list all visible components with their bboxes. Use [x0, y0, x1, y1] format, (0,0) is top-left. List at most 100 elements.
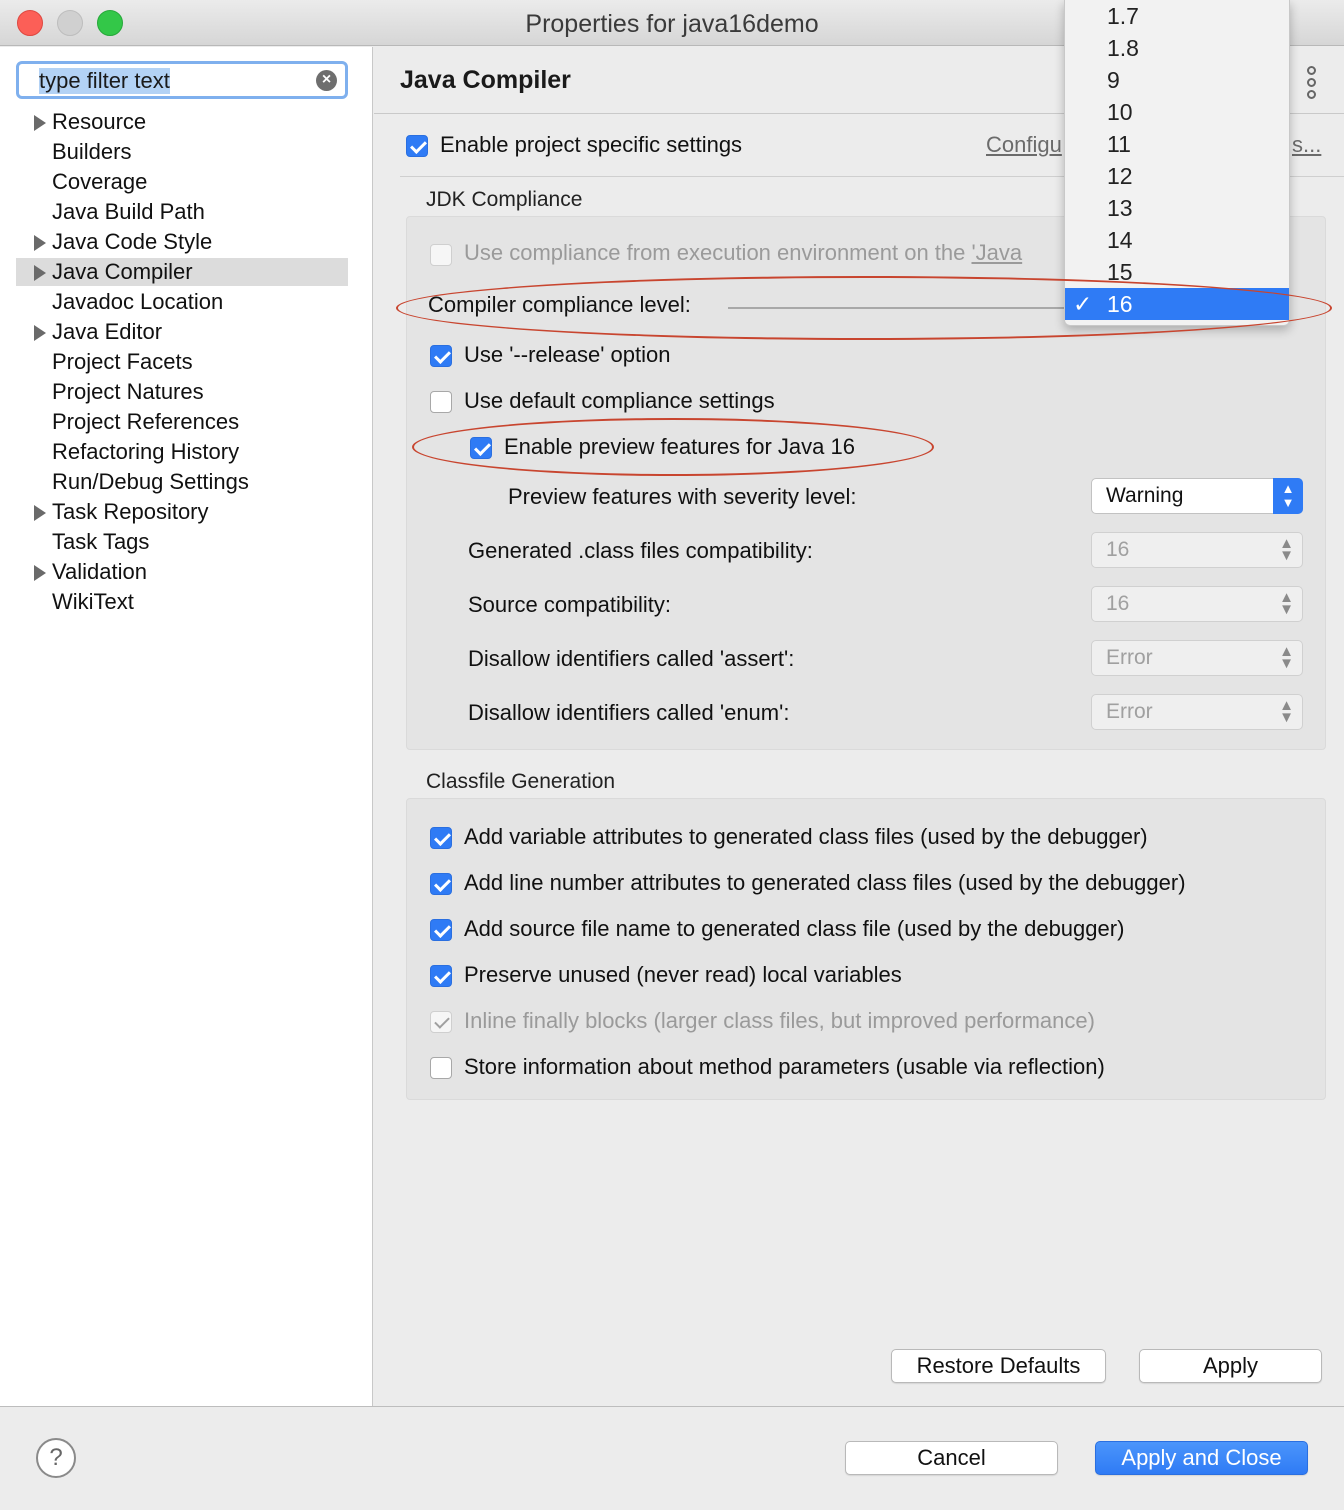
class-compat-select[interactable]: 16 ▲ ▼ — [1091, 532, 1303, 568]
compliance-option[interactable]: 12 — [1065, 160, 1289, 192]
classfile-option-label: Store information about method parameter… — [464, 1054, 1105, 1079]
sidebar-item[interactable]: Project Facets — [16, 348, 348, 376]
sidebar-item-label: Resource — [52, 109, 147, 134]
use-env-compliance-checkbox[interactable] — [430, 244, 452, 266]
sidebar-item-label: Javadoc Location — [52, 289, 224, 314]
enable-project-settings-checkbox[interactable] — [406, 135, 428, 157]
sidebar-item[interactable]: Project Natures — [16, 378, 348, 406]
expand-arrow-icon[interactable] — [34, 325, 46, 341]
expand-arrow-icon[interactable] — [34, 565, 46, 581]
sidebar-item[interactable]: Task Repository — [16, 498, 348, 526]
restore-defaults-button[interactable]: Restore Defaults — [891, 1349, 1106, 1383]
compliance-option[interactable]: 11 — [1065, 128, 1289, 160]
classfile-option-checkbox[interactable] — [430, 827, 452, 849]
source-compat-value: 16 — [1106, 592, 1130, 615]
sidebar-item-label: Project Natures — [52, 379, 204, 404]
classfile-option-label: Add line number attributes to generated … — [464, 870, 1186, 895]
configure-workspace-link-end[interactable]: s... — [1292, 132, 1321, 158]
updown-arrows-icon: ▲ ▼ — [1279, 697, 1294, 726]
sidebar-item-label: Java Build Path — [52, 199, 205, 224]
expand-arrow-icon[interactable] — [34, 265, 46, 281]
annotation-ellipse-compliance — [396, 276, 1332, 340]
sidebar-item-label: Coverage — [52, 169, 148, 194]
classfile-option-checkbox[interactable] — [430, 965, 452, 987]
classfile-option-checkbox[interactable] — [430, 919, 452, 941]
use-release-label: Use '--release' option — [464, 342, 671, 367]
sidebar-item[interactable]: Builders — [16, 138, 348, 166]
sidebar-item[interactable]: Javadoc Location — [16, 288, 348, 316]
apply-button[interactable]: Apply — [1139, 1349, 1322, 1383]
sidebar-item-label: Builders — [52, 139, 132, 164]
sidebar-item[interactable]: Refactoring History — [16, 438, 348, 466]
source-compat-select[interactable]: 16 ▲ ▼ — [1091, 586, 1303, 622]
sidebar-item[interactable]: Task Tags — [16, 528, 348, 556]
classfile-option-label: Inline finally blocks (larger class file… — [464, 1008, 1095, 1033]
use-env-compliance-label: Use compliance from execution environmen… — [464, 240, 1023, 265]
expand-arrow-icon[interactable] — [34, 115, 46, 131]
compliance-option[interactable]: 1.7 — [1065, 0, 1289, 32]
updown-arrows-icon: ▲ ▼ — [1279, 643, 1294, 672]
sidebar-item[interactable]: Java Code Style — [16, 228, 348, 256]
filter-input[interactable]: type filter text × — [16, 61, 348, 99]
sidebar-item-label: Java Code Style — [52, 229, 213, 254]
view-menu-icon[interactable] — [1306, 66, 1320, 100]
footer-divider — [0, 1406, 1344, 1407]
sidebar-item-label: Task Tags — [52, 529, 150, 554]
class-compat-value: 16 — [1106, 538, 1130, 561]
compliance-level-dropdown[interactable]: 1.7 1.8 9 10 11 12 13 14 15 ✓ 16 — [1064, 0, 1290, 326]
help-icon[interactable]: ? — [36, 1438, 76, 1478]
jdk-compliance-title: JDK Compliance — [426, 188, 583, 211]
compliance-option[interactable]: 1.8 — [1065, 32, 1289, 64]
classfile-option-label: Add variable attributes to generated cla… — [464, 824, 1148, 849]
sidebar-item[interactable]: Resource — [16, 108, 348, 136]
compliance-option[interactable]: 14 — [1065, 224, 1289, 256]
apply-and-close-button[interactable]: Apply and Close — [1095, 1441, 1308, 1475]
enum-identifier-label: Disallow identifiers called 'enum': — [468, 700, 790, 725]
compliance-option-label: 1.8 — [1107, 35, 1139, 61]
classfile-option-label: Add source file name to generated class … — [464, 916, 1125, 941]
compliance-option[interactable]: 13 — [1065, 192, 1289, 224]
sidebar-item-label: Refactoring History — [52, 439, 240, 464]
sidebar-item[interactable]: Java Compiler — [16, 258, 348, 286]
classfile-option-checkbox[interactable] — [430, 1057, 452, 1079]
preview-severity-select[interactable]: Warning ▲ ▼ — [1091, 478, 1303, 514]
filter-input-text[interactable]: type filter text — [39, 68, 170, 94]
compliance-option-label: 10 — [1107, 99, 1133, 125]
sidebar-item[interactable]: Run/Debug Settings — [16, 468, 348, 496]
compliance-option[interactable]: 9 — [1065, 64, 1289, 96]
annotation-ellipse-preview — [412, 418, 934, 476]
page-title: Java Compiler — [400, 66, 571, 94]
compliance-option-label: 13 — [1107, 195, 1133, 221]
sidebar-item-label: WikiText — [52, 589, 134, 614]
execution-env-link[interactable]: 'Java — [971, 240, 1022, 265]
clear-filter-icon[interactable]: × — [316, 70, 337, 91]
enable-project-settings-label: Enable project specific settings — [440, 132, 743, 157]
expand-arrow-icon[interactable] — [34, 235, 46, 251]
use-default-compliance-checkbox[interactable] — [430, 391, 452, 413]
compliance-option[interactable]: 10 — [1065, 96, 1289, 128]
sidebar-item[interactable]: Project References — [16, 408, 348, 436]
cancel-button[interactable]: Cancel — [845, 1441, 1058, 1475]
enum-identifier-select[interactable]: Error ▲ ▼ — [1091, 694, 1303, 730]
classfile-option-checkbox[interactable] — [430, 1011, 452, 1033]
sidebar-item-label: Validation — [52, 559, 147, 584]
assert-identifier-select[interactable]: Error ▲ ▼ — [1091, 640, 1303, 676]
sidebar-item[interactable]: Validation — [16, 558, 348, 586]
classfile-option-checkbox[interactable] — [430, 873, 452, 895]
expand-arrow-icon[interactable] — [34, 505, 46, 521]
compliance-option-label: 12 — [1107, 163, 1133, 189]
source-compat-label: Source compatibility: — [468, 592, 671, 617]
sidebar: type filter text × Resource Builders Cover… — [0, 47, 373, 1407]
sidebar-item[interactable]: WikiText — [16, 588, 348, 616]
enum-identifier-value: Error — [1106, 700, 1153, 723]
sidebar-item-label: Java Editor — [52, 319, 163, 344]
sidebar-item[interactable]: Java Editor — [16, 318, 348, 346]
sidebar-item-label: Run/Debug Settings — [52, 469, 249, 494]
use-release-checkbox[interactable] — [430, 345, 452, 367]
sidebar-item[interactable]: Java Build Path — [16, 198, 348, 226]
class-compat-label: Generated .class files compatibility: — [468, 538, 813, 563]
updown-arrows-icon: ▲ ▼ — [1279, 589, 1294, 618]
configure-workspace-link[interactable]: Configu — [986, 132, 1062, 158]
sidebar-item-label: Java Compiler — [52, 259, 193, 284]
sidebar-item[interactable]: Coverage — [16, 168, 348, 196]
